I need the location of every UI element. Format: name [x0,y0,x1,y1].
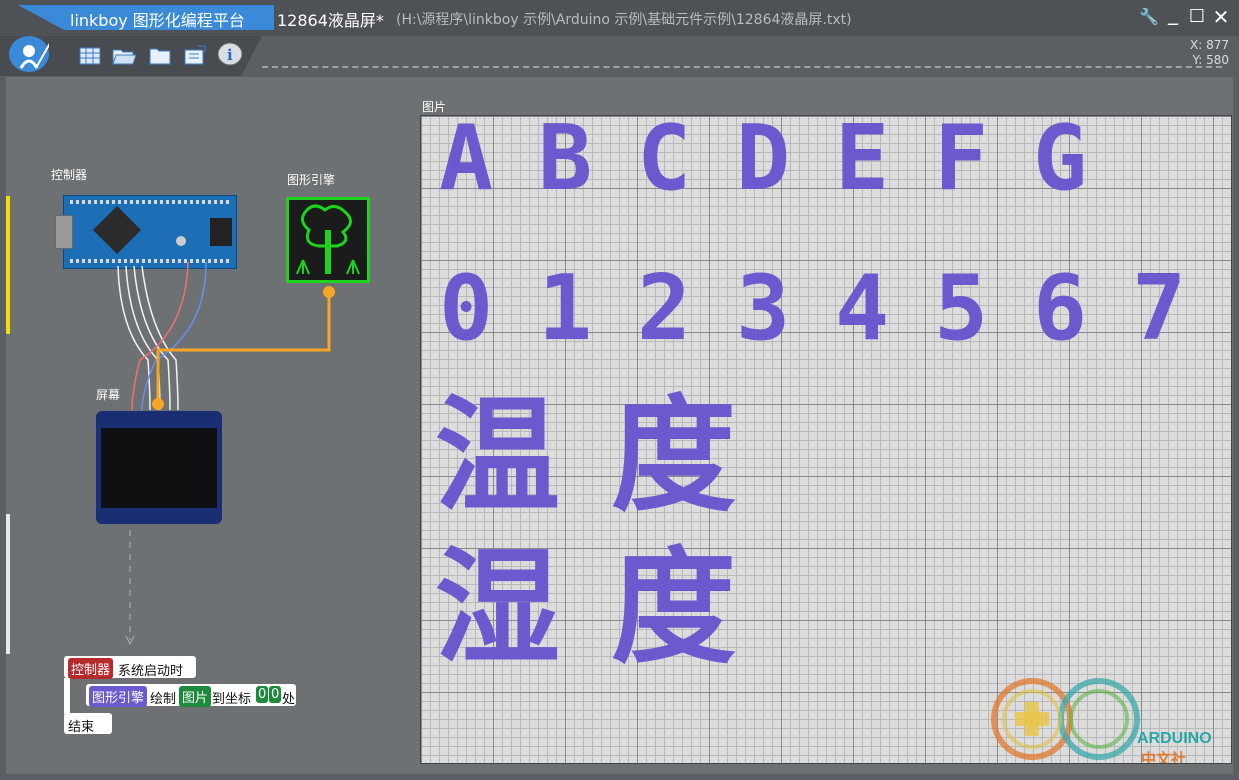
letters-row-glyph: A [439,115,494,211]
engine-tag[interactable]: 图形引擎 [89,686,148,707]
canvas-label: 图片 [422,100,447,114]
letters-row-glyph: E [835,115,890,211]
settings-wrench-icon[interactable]: 🔧 [1138,6,1160,28]
close-button[interactable]: ✕ [1210,6,1232,28]
cn-row1-glyph: 度 [611,384,736,529]
wires-layer [117,261,335,646]
tree-icon [296,204,360,275]
maximize-button[interactable]: ☐ [1186,6,1208,28]
digits-row-glyph: 2 [637,256,692,361]
wire-white-2 [125,265,161,411]
engine-port [323,286,335,298]
letters-row-glyph: F [934,115,989,211]
letters-row-glyph: C [637,115,692,211]
x-value[interactable]: 0 [256,686,269,703]
place-text: 处 [282,692,296,707]
event-text: 系统启动时 [118,664,184,679]
arduino-watermark: ARDUINO 中文社区 [987,674,1212,764]
digits-row-glyph: 4 [835,256,890,361]
document-path: (H:\源程序\linkboy 示例\Arduino 示例\基础元件示例\128… [396,12,852,28]
to-coord-text: 到坐标 [212,692,252,707]
digits-row-glyph: 0 [439,256,494,361]
draw-statement-block[interactable]: 图形引擎 绘制 图片 到坐标 0 0 处 [86,684,296,707]
watermark-line1: ARDUINO [1137,730,1212,747]
oled-display-glass [101,428,217,508]
cn-row2-glyph: 湿 [435,536,560,681]
block-spine [64,678,70,714]
coordinate-y: Y: 580 [1192,53,1230,67]
engine-label: 图形引擎 [287,173,336,187]
digits-row-glyph: 3 [736,256,791,361]
cn-row1-glyph: 温 [435,384,560,529]
letters-row-glyph: D [736,115,791,211]
draw-text: 绘制 [150,692,177,707]
letters-row-glyph: B [538,115,593,211]
pixel-canvas[interactable]: ABCDEFG 01234567 温度 湿度 ARDUINO 中文社区 [420,115,1232,764]
digits-row-glyph: 6 [1033,256,1088,361]
end-block[interactable]: 结束 [64,713,112,735]
screen-port [152,398,164,410]
graphics-engine-module[interactable] [286,197,370,283]
watermark-line2: 中文社区 [1141,751,1187,764]
event-controller-tag[interactable]: 控制器 [68,658,114,679]
end-text: 结束 [68,720,95,735]
digits-row-glyph: 7 [1132,256,1187,361]
digits-row-glyph: 1 [538,256,593,361]
y-value[interactable]: 0 [269,686,282,703]
coordinate-x: X: 877 [1190,38,1229,52]
digits-row-glyph: 5 [934,256,989,361]
screen-label: 屏幕 [96,388,121,402]
wire-orange [156,292,331,400]
image-tag[interactable]: 图片 [179,686,212,707]
cn-row2-glyph: 度 [611,536,736,681]
minimize-button[interactable]: _ [1162,2,1184,24]
letters-row-glyph: G [1033,115,1088,211]
event-block[interactable]: 控制器 系统启动时 [64,656,196,679]
